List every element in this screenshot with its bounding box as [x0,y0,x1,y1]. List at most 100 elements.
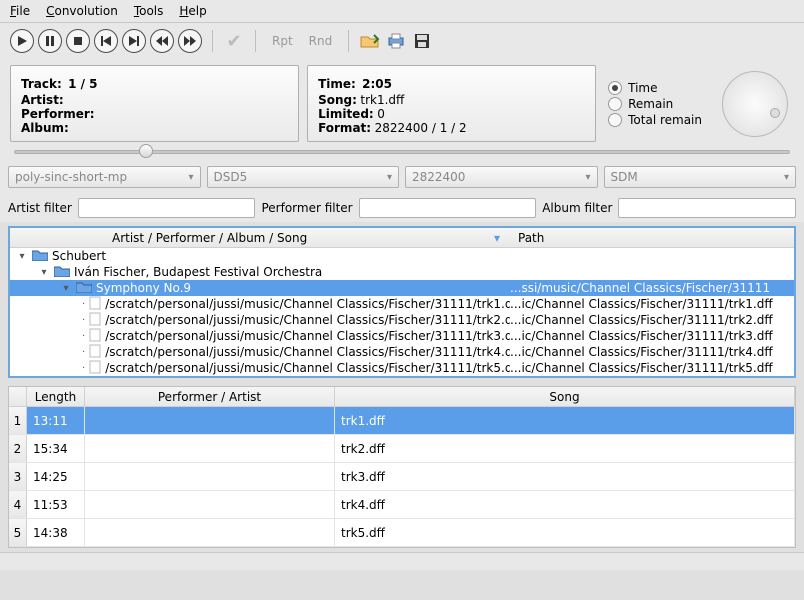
radio-time[interactable]: Time [608,81,702,95]
menubar: File Convolution Tools Help [0,0,804,23]
chevron-down-icon: ▾ [585,172,590,183]
artist-filter-label: Artist filter [8,201,72,215]
resampler-combo[interactable]: poly-sinc-short-mp▾ [8,166,201,188]
expander-icon[interactable]: ▾ [38,267,50,278]
playlist-row[interactable]: 215:34trk2.dff [9,435,795,463]
file-icon [85,312,105,329]
divider [348,30,349,52]
row-song: trk5.dff [335,519,795,546]
dsd-combo[interactable]: DSD5▾ [207,166,400,188]
menu-help[interactable]: Help [179,4,206,18]
tree-label: /scratch/personal/jussi/music/Channel Cl… [105,297,510,311]
repeat-button[interactable]: Rpt [266,32,299,50]
radio-dot-icon [608,97,622,111]
prev-track-button[interactable] [94,29,118,53]
tree-path: ...ic/Channel Classics/Fischer/31111/trk… [510,361,794,375]
tree-row[interactable]: ·/scratch/personal/jussi/music/Channel C… [10,312,794,328]
track-label: Track: [21,77,62,91]
radio-remain[interactable]: Remain [608,97,702,111]
performer-filter-input[interactable] [359,198,537,218]
tree-path: ...ssi/music/Channel Classics/Fischer/31… [510,281,794,295]
expander-icon[interactable]: ▾ [60,283,72,294]
row-length: 15:34 [27,435,85,462]
playlist-header: Length Performer / Artist Song [9,387,795,407]
col-song[interactable]: Song [335,387,795,406]
playlist-row[interactable]: 514:38 trk5.dff [9,519,795,547]
pause-button[interactable] [38,29,62,53]
row-song: trk3.dff [335,463,795,490]
tree-row[interactable]: ▾ Iván Fischer, Budapest Festival Orchest… [10,264,794,280]
divider [255,30,256,52]
tree-path: ...ic/Channel Classics/Fischer/31111/trk… [510,313,794,327]
info-row: Track: 1 / 5 Artist: Performer: Album: T… [0,59,804,144]
tree-row[interactable]: ·/scratch/personal/jussi/music/Channel C… [10,328,794,344]
tree-col-artist[interactable]: Artist / Performer / Album / Song [112,231,307,245]
toolbar: ✔ Rpt Rnd [0,23,804,59]
col-index [9,387,27,406]
tree-path: ...ic/Channel Classics/Fischer/31111/trk… [510,329,794,343]
tree-col-path[interactable]: Path [510,231,794,245]
row-length: 14:25 [27,463,85,490]
format-label: Format: [318,121,371,135]
tree-row[interactable]: ▾Schubert [10,248,794,264]
tree-label: /scratch/personal/jussi/music/Channel Cl… [105,345,510,359]
col-length[interactable]: Length [27,387,85,406]
menu-tools[interactable]: Tools [134,4,164,18]
folder-icon [28,249,52,264]
album-filter-input[interactable] [618,198,796,218]
song-value: trk1.dff [360,93,404,107]
seek-slider[interactable] [0,144,804,164]
menu-file[interactable]: File [10,4,30,18]
row-index: 5 [9,519,27,546]
limited-value: 0 [377,107,385,121]
row-index: 1 [9,407,27,434]
menu-convolution[interactable]: Convolution [46,4,118,18]
tree-label: /scratch/personal/jussi/music/Channel Cl… [105,361,510,375]
chevron-down-icon: ▾ [784,172,789,183]
row-performer [85,407,335,434]
radio-dot-icon [608,113,622,127]
print-button[interactable] [385,30,407,52]
tree-label: /scratch/personal/jussi/music/Channel Cl… [105,313,510,327]
statusbar [0,552,804,570]
seek-fwd-button[interactable] [178,29,202,53]
col-performer[interactable]: Performer / Artist [85,387,335,406]
row-length: 11:53 [27,491,85,518]
rate-combo[interactable]: 2822400▾ [405,166,598,188]
tree-row[interactable]: ·/scratch/personal/jussi/music/Channel C… [10,344,794,360]
seek-back-button[interactable] [150,29,174,53]
file-icon [85,328,105,345]
row-length: 14:38 [27,519,85,546]
chevron-down-icon: ▾ [188,172,193,183]
playlist-row[interactable]: 411:53trk4.dff [9,491,795,519]
tree-row[interactable]: ·/scratch/personal/jussi/music/Channel C… [10,360,794,376]
radio-total-remain[interactable]: Total remain [608,113,702,127]
limited-label: Limited: [318,107,374,121]
row-length: 13:11 [27,407,85,434]
expander-icon[interactable]: ▾ [16,251,28,262]
tree-row[interactable]: ▾Symphony No.9...ssi/music/Channel Class… [10,280,794,296]
stop-button[interactable] [66,29,90,53]
next-track-button[interactable] [122,29,146,53]
row-performer [85,463,335,490]
tree-header: Artist / Performer / Album / Song▾ Path [10,228,794,248]
divider [212,30,213,52]
row-performer [85,491,335,518]
volume-knob[interactable] [722,71,788,137]
time-value: 2:05 [362,77,392,91]
tree-path: ...ic/Channel Classics/Fischer/31111/trk… [510,345,794,359]
time-mode-radios: Time Remain Total remain [604,65,706,142]
save-button[interactable] [411,30,433,52]
play-button[interactable] [10,29,34,53]
apply-button[interactable]: ✔ [223,30,245,52]
playlist-row[interactable]: 113:11trk1.dff [9,407,795,435]
seek-thumb[interactable] [139,144,153,158]
tree-row[interactable]: ·/scratch/personal/jussi/music/Channel C… [10,296,794,312]
playlist-row[interactable]: 314:25trk3.dff [9,463,795,491]
random-button[interactable]: Rnd [303,32,339,50]
sdm-combo[interactable]: SDM▾ [604,166,797,188]
artist-filter-input[interactable] [78,198,256,218]
open-folder-button[interactable] [359,30,381,52]
performer-label: Performer: [21,107,95,121]
tree-label: Iván Fischer, Budapest Festival Orchestr… [74,265,322,279]
